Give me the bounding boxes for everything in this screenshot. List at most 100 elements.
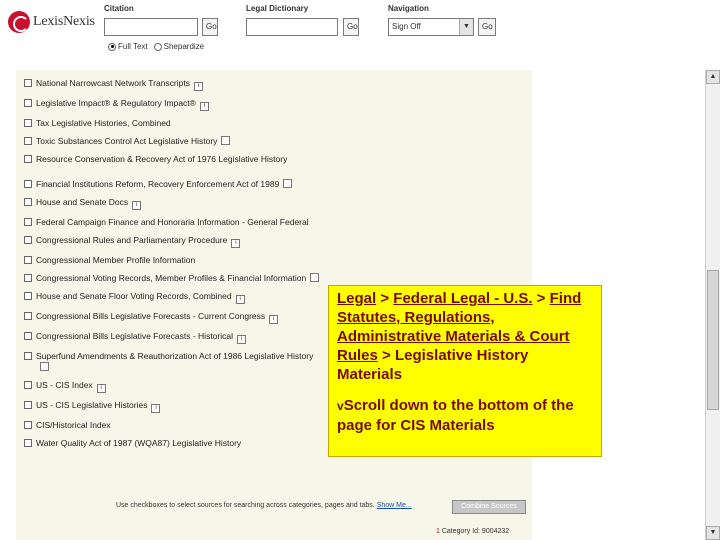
list-item: Resource Conservation & Recovery Act of … bbox=[24, 154, 324, 165]
source-checkbox[interactable] bbox=[24, 236, 32, 244]
source-checkbox[interactable] bbox=[24, 198, 32, 206]
info-icon[interactable] bbox=[283, 179, 293, 188]
dictionary-go-button[interactable]: Go bbox=[343, 18, 359, 36]
list-item: Superfund Amendments & Reauthorization A… bbox=[24, 351, 324, 373]
checkmark-bullet-icon: v bbox=[337, 399, 344, 413]
navigation-go-button[interactable]: Go bbox=[478, 18, 496, 36]
radio-full-text[interactable]: Full Text bbox=[108, 42, 148, 51]
radio-full-text-label: Full Text bbox=[118, 42, 148, 51]
source-checkbox[interactable] bbox=[24, 439, 32, 447]
source-label[interactable]: Legislative Impact® & Regulatory Impact® bbox=[36, 98, 196, 108]
info-icon[interactable]: i bbox=[132, 201, 142, 210]
list-item: Toxic Substances Control Act Legislative… bbox=[24, 136, 324, 147]
citation-go-button[interactable]: Go bbox=[202, 18, 218, 36]
source-checkbox[interactable] bbox=[24, 256, 32, 264]
source-label[interactable]: Tax Legislative Histories, Combined bbox=[36, 118, 171, 128]
source-checkbox[interactable] bbox=[24, 119, 32, 127]
source-label[interactable]: CIS/Historical Index bbox=[36, 420, 111, 430]
combine-hint-text: Use checkboxes to select sources for sea… bbox=[116, 502, 375, 509]
radio-shepardize-dot[interactable] bbox=[153, 42, 162, 51]
info-icon[interactable]: i bbox=[269, 315, 279, 324]
source-checkbox[interactable] bbox=[24, 99, 32, 107]
list-item: CIS/Historical Index bbox=[24, 420, 324, 431]
list-item: Congressional Rules and Parliamentary Pr… bbox=[24, 235, 324, 248]
source-label[interactable]: Federal Campaign Finance and Honoraria I… bbox=[36, 217, 309, 227]
vertical-scrollbar[interactable]: ▲ ▼ bbox=[705, 70, 720, 540]
scroll-up-arrow-icon[interactable]: ▲ bbox=[706, 70, 720, 84]
breadcrumb-legal[interactable]: Legal bbox=[337, 290, 376, 307]
callout-note: vScroll down to the bottom of the page f… bbox=[337, 396, 595, 435]
scroll-down-arrow-icon[interactable]: ▼ bbox=[706, 526, 720, 540]
dictionary-label: Legal Dictionary bbox=[246, 4, 309, 13]
source-checkbox[interactable] bbox=[24, 352, 32, 360]
info-icon[interactable]: i bbox=[235, 295, 245, 304]
list-item: US - CIS Legislative Histories i bbox=[24, 400, 324, 413]
source-checkbox[interactable] bbox=[24, 401, 32, 409]
source-checkbox[interactable] bbox=[24, 137, 32, 145]
search-mode-radios: Full Text Shepardize bbox=[108, 42, 204, 51]
info-icon[interactable]: i bbox=[194, 82, 203, 91]
source-label[interactable]: Water Quality Act of 1987 (WQA87) Legisl… bbox=[36, 438, 241, 448]
source-label[interactable]: Congressional Voting Records, Member Pro… bbox=[36, 273, 306, 283]
info-icon[interactable]: i bbox=[151, 404, 161, 413]
source-label[interactable]: Congressional Bills Legislative Forecast… bbox=[36, 311, 265, 321]
lexisnexis-logo[interactable]: LexisNexis bbox=[8, 8, 96, 36]
breadcrumb-separator: > bbox=[376, 290, 394, 307]
source-label[interactable]: Congressional Rules and Parliamentary Pr… bbox=[36, 235, 227, 245]
show-me-link[interactable]: Show Me... bbox=[377, 502, 412, 509]
callout-note-text: Scroll down to the bottom of the page fo… bbox=[337, 397, 574, 434]
source-label[interactable]: Congressional Bills Legislative Forecast… bbox=[36, 331, 233, 341]
list-item: US - CIS Index i bbox=[24, 380, 324, 393]
source-checkbox[interactable] bbox=[24, 218, 32, 226]
dictionary-input[interactable] bbox=[246, 18, 338, 36]
radio-full-text-dot[interactable] bbox=[108, 42, 116, 51]
source-checkbox[interactable] bbox=[24, 312, 32, 320]
category-id: 1 Category Id: 9004232 bbox=[436, 528, 509, 535]
breadcrumb-federal-legal-us[interactable]: Federal Legal - U.S. bbox=[393, 290, 532, 307]
source-checkbox[interactable] bbox=[24, 292, 32, 300]
list-item: House and Senate Docs i bbox=[24, 197, 324, 210]
info-icon[interactable]: i bbox=[96, 384, 106, 393]
source-label[interactable]: Superfund Amendments & Reauthorization A… bbox=[36, 351, 313, 361]
info-icon[interactable] bbox=[40, 362, 49, 371]
source-label[interactable]: House and Senate Docs bbox=[36, 197, 128, 207]
citation-input[interactable] bbox=[104, 18, 198, 36]
source-label[interactable]: National Narrowcast Network Transcripts bbox=[36, 78, 190, 88]
source-label[interactable]: House and Senate Floor Voting Records, C… bbox=[36, 291, 232, 301]
radio-shepardize-label: Shepardize bbox=[163, 42, 205, 51]
source-label[interactable]: Toxic Substances Control Act Legislative… bbox=[36, 136, 217, 146]
info-icon[interactable]: i bbox=[199, 102, 209, 111]
category-marker: 1 bbox=[436, 528, 440, 535]
combine-hint: Use checkboxes to select sources for sea… bbox=[116, 502, 412, 509]
info-icon[interactable]: i bbox=[237, 335, 246, 344]
list-item: Congressional Member Profile Information bbox=[24, 255, 324, 266]
annotation-callout: Legal > Federal Legal - U.S. > Find Stat… bbox=[328, 285, 602, 457]
scrollbar-thumb[interactable] bbox=[707, 270, 719, 410]
source-label[interactable]: US - CIS Index bbox=[36, 380, 93, 390]
source-label[interactable]: Congressional Member Profile Information bbox=[36, 255, 195, 265]
info-icon[interactable] bbox=[221, 136, 231, 145]
breadcrumb-separator: > bbox=[377, 347, 395, 364]
logo-text: LexisNexis bbox=[33, 14, 95, 29]
info-icon[interactable] bbox=[310, 273, 320, 282]
source-checkbox[interactable] bbox=[24, 155, 32, 163]
source-label[interactable]: US - CIS Legislative Histories bbox=[36, 400, 147, 410]
source-checkbox[interactable] bbox=[24, 381, 32, 389]
source-checkbox[interactable] bbox=[24, 79, 32, 87]
source-checkbox[interactable] bbox=[24, 180, 32, 188]
source-checkbox[interactable] bbox=[24, 332, 32, 340]
breadcrumb-separator: > bbox=[532, 290, 550, 307]
radio-shepardize[interactable]: Shepardize bbox=[153, 42, 205, 51]
info-icon[interactable]: i bbox=[231, 239, 241, 248]
list-item: Congressional Voting Records, Member Pro… bbox=[24, 273, 324, 284]
source-checkbox[interactable] bbox=[24, 274, 32, 282]
app-header: LexisNexis Citation Go Legal Dictionary … bbox=[0, 0, 720, 68]
combine-sources-button[interactable]: Combine Sources bbox=[452, 500, 526, 514]
navigation-label: Navigation bbox=[388, 4, 429, 13]
navigation-select[interactable]: Sign Off ▼ bbox=[388, 18, 474, 36]
source-checkbox[interactable] bbox=[24, 421, 32, 429]
source-label[interactable]: Financial Institutions Reform, Recovery … bbox=[36, 179, 279, 189]
source-label[interactable]: Resource Conservation & Recovery Act of … bbox=[36, 154, 287, 164]
list-item: Water Quality Act of 1987 (WQA87) Legisl… bbox=[24, 438, 324, 449]
chevron-down-icon[interactable]: ▼ bbox=[459, 19, 473, 35]
